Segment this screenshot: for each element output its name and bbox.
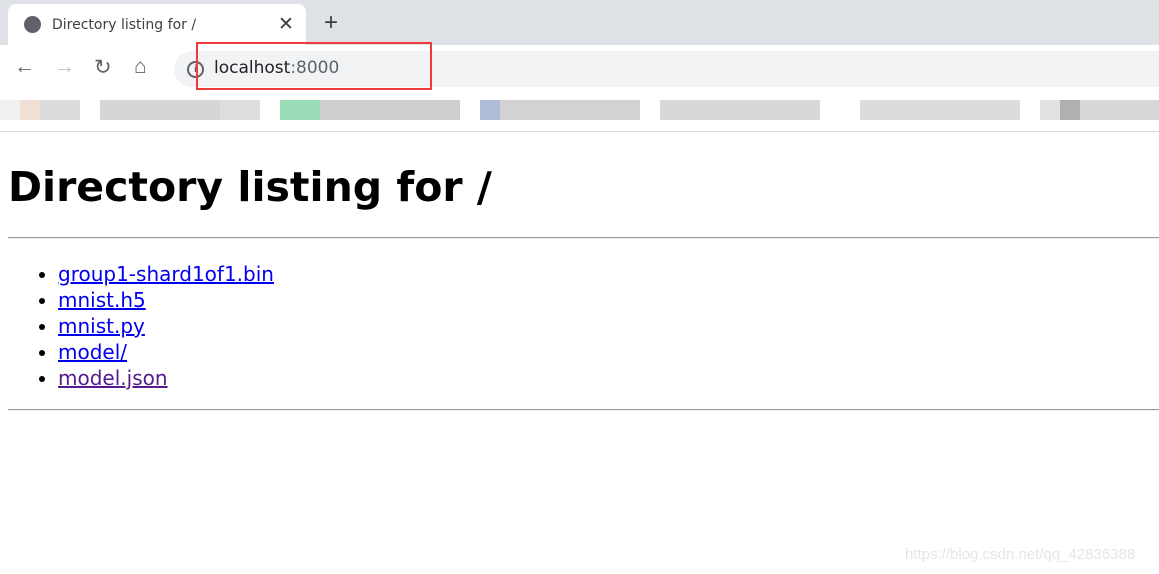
bookmark-item[interactable] [280, 100, 320, 120]
globe-icon [24, 16, 41, 33]
page-title: Directory listing for / [8, 163, 492, 211]
file-list-item: model.json [58, 365, 274, 391]
file-link[interactable]: model/ [58, 340, 127, 364]
back-icon[interactable]: ← [14, 55, 35, 79]
divider [8, 409, 1159, 411]
bookmark-item[interactable] [0, 100, 20, 120]
forward-icon[interactable]: → [54, 55, 75, 79]
bookmark-item[interactable] [320, 100, 460, 120]
home-icon[interactable]: ⌂ [134, 55, 147, 79]
toolbar: ← → ↻ ⌂ i localhost:8000 [0, 45, 1159, 95]
bookmark-item[interactable] [20, 100, 40, 120]
file-link[interactable]: model.json [58, 366, 168, 390]
file-list-item: mnist.h5 [58, 287, 274, 313]
file-list: group1-shard1of1.binmnist.h5mnist.pymode… [8, 261, 274, 391]
bookmark-item[interactable] [1080, 100, 1159, 120]
file-list-item: group1-shard1of1.bin [58, 261, 274, 287]
divider [8, 237, 1159, 239]
tab-title: Directory listing for / [52, 17, 197, 33]
bookmark-item[interactable] [100, 100, 220, 120]
close-tab-icon[interactable]: ✕ [278, 13, 294, 36]
bookmark-item[interactable] [40, 100, 80, 120]
file-link[interactable]: group1-shard1of1.bin [58, 262, 274, 286]
bookmarks-bar-blurred [0, 95, 1159, 132]
tab-directory-listing[interactable]: Directory listing for / ✕ [8, 4, 306, 45]
bookmark-item[interactable] [1040, 100, 1060, 120]
file-list-item: mnist.py [58, 313, 274, 339]
reload-icon[interactable]: ↻ [94, 55, 112, 80]
bookmark-item[interactable] [480, 100, 500, 120]
file-link[interactable]: mnist.h5 [58, 288, 146, 312]
new-tab-button[interactable]: + [324, 9, 338, 37]
bookmark-item[interactable] [1060, 100, 1080, 120]
bookmark-item[interactable] [660, 100, 820, 120]
url-highlight-box [196, 42, 432, 90]
bookmark-item[interactable] [500, 100, 640, 120]
bookmark-item[interactable] [860, 100, 1020, 120]
bookmark-item[interactable] [220, 100, 260, 120]
file-link[interactable]: mnist.py [58, 314, 145, 338]
tab-strip: Directory listing for / ✕ + [0, 0, 1159, 45]
file-list-item: model/ [58, 339, 274, 365]
watermark: https://blog.csdn.net/qq_42836388 [905, 546, 1136, 563]
